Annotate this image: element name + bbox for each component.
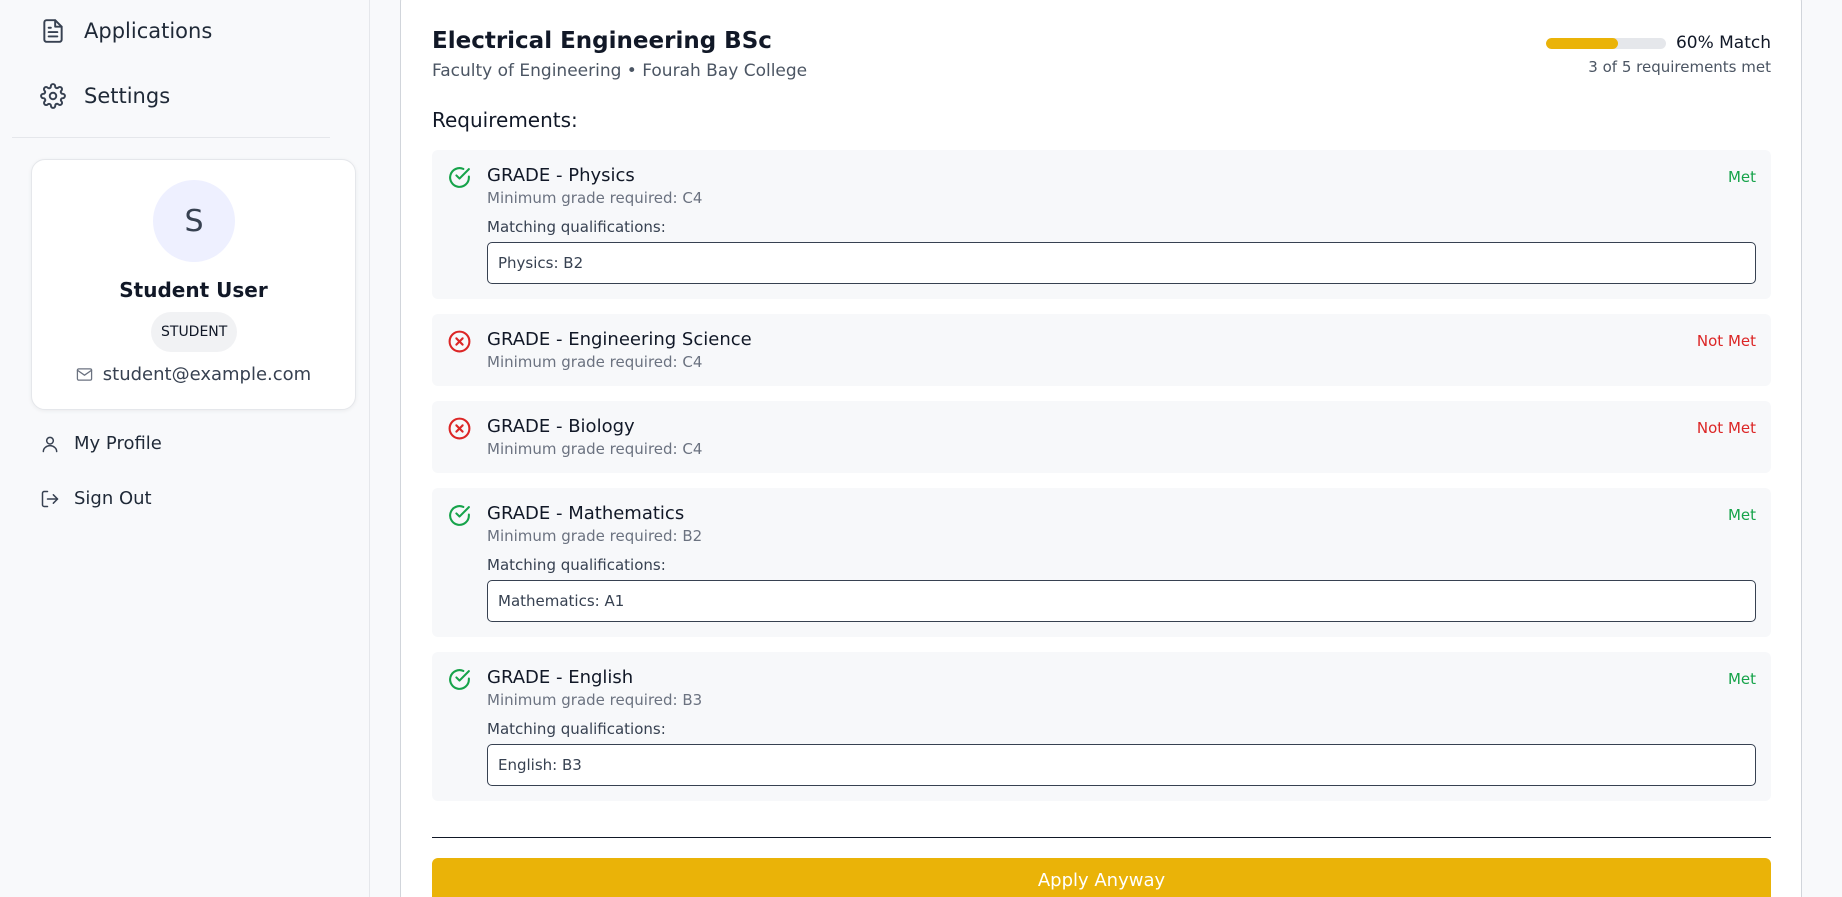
- requirement-min-grade: Minimum grade required: B2: [487, 527, 703, 545]
- user-name: Student User: [119, 278, 268, 302]
- user-email: student@example.com: [102, 364, 312, 385]
- user-icon: [42, 436, 58, 452]
- requirements-met-count: 3 of 5 requirements met: [1588, 58, 1771, 76]
- nav-item-settings[interactable]: Settings: [40, 83, 170, 109]
- requirement-item: GRADE - Physics Minimum grade required: C…: [432, 150, 1771, 299]
- my-profile-label: My Profile: [74, 433, 162, 454]
- sidebar: Applications Settings S Student User STU…: [0, 0, 370, 897]
- requirement-item: GRADE - English Minimum grade required: B…: [432, 652, 1771, 801]
- document-icon: [43, 19, 63, 43]
- sign-out-icon: [41, 490, 59, 507]
- apply-anyway-button[interactable]: Apply Anyway: [432, 858, 1771, 897]
- sign-out-link[interactable]: Sign Out: [40, 488, 152, 509]
- requirement-name: GRADE - Engineering Science: [487, 329, 752, 350]
- check-circle-icon: [449, 505, 470, 526]
- requirement-status: Not Met: [1696, 332, 1756, 350]
- requirement-name: GRADE - Biology: [487, 416, 635, 437]
- requirement-min-grade: Minimum grade required: C4: [487, 353, 703, 371]
- email-row: student@example.com: [32, 364, 355, 385]
- requirement-min-grade: Minimum grade required: C4: [487, 440, 703, 458]
- requirement-name: GRADE - Mathematics: [487, 503, 685, 524]
- requirement-item: GRADE - Biology Minimum grade required: C…: [432, 401, 1771, 473]
- match-progress-fill: [1545, 37, 1618, 49]
- requirement-status: Met: [1727, 670, 1756, 688]
- requirement-name: GRADE - Physics: [487, 165, 635, 186]
- match-progress-bar: [1545, 37, 1666, 49]
- match-indicator: 60% Match: [1545, 33, 1771, 53]
- requirement-item: GRADE - Engineering Science Minimum grade…: [432, 314, 1771, 386]
- qualification-field: Physics: B2: [487, 242, 1756, 284]
- x-circle-icon: [448, 417, 471, 440]
- requirement-status: Met: [1727, 168, 1756, 186]
- profile-card: S Student User STUDENT student@example.c…: [31, 159, 356, 410]
- requirement-name: GRADE - English: [487, 667, 634, 688]
- check-circle-icon: [449, 167, 470, 188]
- program-subtitle: Faculty of Engineering • Fourah Bay Coll…: [432, 61, 808, 81]
- requirements-heading: Requirements:: [432, 108, 578, 132]
- my-profile-link[interactable]: My Profile: [40, 433, 162, 454]
- requirement-status: Met: [1727, 506, 1756, 524]
- qualification-field: English: B3: [487, 744, 1756, 786]
- matching-qualifications-label: Matching qualifications:: [487, 556, 666, 574]
- avatar: S: [153, 180, 235, 262]
- nav-label-applications: Applications: [84, 19, 213, 43]
- sign-out-label: Sign Out: [74, 488, 152, 509]
- gear-icon: [40, 83, 66, 109]
- requirement-item: GRADE - Mathematics Minimum grade require…: [432, 488, 1771, 637]
- section-divider: [432, 837, 1771, 838]
- sidebar-divider: [12, 137, 330, 138]
- qualification-field: Mathematics: A1: [487, 580, 1756, 622]
- requirement-min-grade: Minimum grade required: B3: [487, 691, 703, 709]
- program-title: Electrical Engineering BSc: [432, 28, 772, 54]
- matching-qualifications-label: Matching qualifications:: [487, 720, 666, 738]
- requirements-list: GRADE - Physics Minimum grade required: C…: [432, 150, 1771, 816]
- matching-qualifications-label: Matching qualifications:: [487, 218, 666, 236]
- requirement-min-grade: Minimum grade required: C4: [487, 189, 703, 207]
- match-percent-label: 60% Match: [1675, 33, 1771, 53]
- check-circle-icon: [449, 669, 470, 690]
- x-circle-icon: [448, 330, 471, 353]
- nav-item-applications[interactable]: Applications: [40, 18, 212, 44]
- nav-label-settings: Settings: [84, 84, 171, 108]
- requirement-status: Not Met: [1696, 419, 1756, 437]
- mail-icon: [76, 368, 92, 381]
- role-badge: STUDENT: [151, 312, 238, 352]
